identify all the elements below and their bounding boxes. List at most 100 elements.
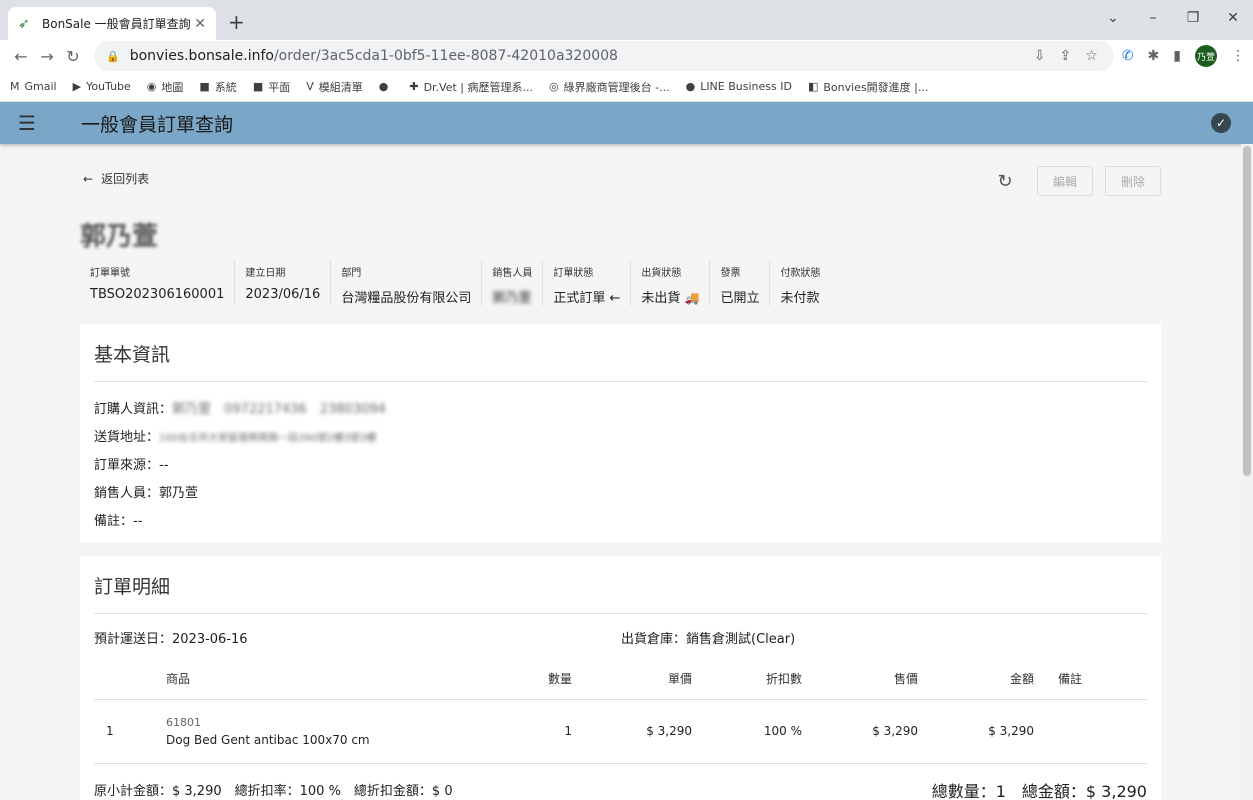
bookmark-icon: M (10, 80, 20, 93)
close-window-icon[interactable]: ✕ (1213, 0, 1253, 32)
bookmark-label: 模組清單 (318, 80, 363, 94)
bookmark-icon: ■ (199, 80, 210, 93)
hamburger-menu-icon[interactable]: ☰ (18, 111, 63, 135)
table-header-row: 商品 數量 單價 折扣數 售價 金額 備註 (94, 659, 1147, 700)
delete-button[interactable]: 刪除 (1105, 166, 1161, 196)
order-detail-card: 訂單明細 預計運送日：2023-06-16 出貨倉庫：銷售倉測試(Clear) … (80, 556, 1161, 800)
restore-icon[interactable]: ❐ (1173, 0, 1213, 32)
warehouse: 出貨倉庫：銷售倉測試(Clear) (621, 632, 796, 647)
product-sku: 61801 (166, 715, 201, 729)
truck-icon: 🚚 (684, 291, 700, 305)
menu-dots-icon[interactable]: ⋮ (1231, 48, 1245, 64)
scrollbar-thumb[interactable] (1243, 146, 1251, 476)
sidepanel-icon[interactable]: ▮ (1173, 48, 1181, 64)
meta-shipping-status: 出貨狀態 未出貨 🚚 (631, 260, 711, 306)
bookmark-icon: ● (378, 80, 389, 93)
subtotal-summary: 原小計金額：$ 3,290 總折扣率：100 % 總折扣金額：$ 0 (94, 784, 453, 799)
col-amount: 金額 (930, 659, 1046, 700)
page-scrollbar[interactable] (1241, 144, 1253, 800)
bookmark-item[interactable]: ◉ 地圖 (147, 79, 184, 95)
lock-icon: 🔒 (106, 49, 120, 63)
minimize-icon[interactable]: – (1133, 0, 1173, 32)
bookmark-item[interactable]: ● LINE Business ID (686, 80, 792, 93)
col-product: 商品 (154, 659, 494, 700)
bookmark-item[interactable]: ■ 系統 (199, 79, 236, 95)
bookmark-label: 綠界廠商管理後台 -... (563, 80, 670, 94)
bookmark-label: LINE Business ID (700, 80, 792, 93)
bookmark-icon: ▶ (72, 80, 82, 93)
basic-info-title: 基本資訊 (94, 324, 1147, 382)
meta-created-date: 建立日期 2023/06/16 (235, 260, 332, 306)
bookmark-item[interactable]: ■ 平面 (253, 79, 290, 95)
bookmark-item[interactable]: ◎ 綠界廠商管理後台 -... (549, 79, 670, 95)
order-actions: ↻ 編輯 刪除 (985, 166, 1161, 196)
main-content: ← 返回列表 ↻ 編輯 刪除 郭乃萱 訂單單號 TBSO202306160001 … (0, 144, 1253, 800)
url-path: /order/3ac5cda1-0bf5-11ee-8087-42010a320… (273, 48, 618, 64)
browser-toolbar: ← → ↻ 🔒 bonvies.bonsale.info/order/3ac5c… (0, 40, 1253, 72)
bookmark-icon: ◉ (146, 80, 157, 93)
bookmark-item[interactable]: V 模組清單 (306, 79, 363, 95)
browser-tab[interactable]: ➶ BonSale 一般會員訂單查詢 ✕ (8, 7, 216, 40)
bookmark-icon: ◎ (549, 80, 559, 93)
sales-person: 銷售人員：郭乃萱 (94, 486, 199, 501)
bookmark-icon: ◧ (807, 80, 819, 93)
meta-payment-status: 付款狀態 未付款 (780, 268, 821, 306)
order-detail-title: 訂單明細 (94, 556, 1147, 614)
customer-name: 郭乃萱 (80, 222, 159, 252)
page-title: 一般會員訂單查詢 (81, 113, 234, 136)
reload-icon[interactable]: ↻ (60, 47, 86, 66)
bookmark-icon: V (306, 80, 314, 93)
back-arrow-icon[interactable]: ← (8, 47, 34, 66)
bookmarks-bar: M Gmail ▶ YouTube ◉ 地圖 ■ 系統 ■ 平面 V 模組清單 ● ✚ Dr.Vet | 病… (0, 72, 1253, 102)
bookmark-icon: ● (685, 80, 696, 93)
bookmark-item[interactable]: ● (379, 80, 394, 93)
back-to-list-link[interactable]: ← 返回列表 (83, 170, 149, 187)
bookmark-label: 地圖 (161, 80, 184, 94)
forward-arrow-icon[interactable]: → (34, 47, 60, 66)
edit-button[interactable]: 編輯 (1037, 166, 1093, 196)
buyer-info: 訂購人資訊：郭乃萱 0972217436 23803094 (94, 402, 386, 417)
order-items-table: 商品 數量 單價 折扣數 售價 金額 備註 1 61801 Dog Bed Gen… (94, 659, 1147, 764)
share-icon[interactable]: ⇪ (1060, 48, 1072, 64)
chevron-down-icon[interactable]: ⌄ (1093, 0, 1133, 32)
tab-title: BonSale 一般會員訂單查詢 (42, 17, 191, 31)
order-meta: 訂單單號 TBSO202306160001 建立日期 2023/06/16 部門 台灣… (80, 260, 830, 306)
puzzle-icon[interactable]: ✱ (1148, 48, 1160, 64)
bonsale-favicon-icon: ➶ (18, 15, 30, 32)
col-price: 售價 (814, 659, 930, 700)
back-label: 返回列表 (101, 172, 150, 186)
col-note: 備註 (1046, 659, 1147, 700)
order-source: 訂單來源：-- (94, 458, 169, 473)
arrow-left-icon: ← (83, 171, 94, 186)
meta-order-status: 訂單狀態 正式訂單 ← (543, 260, 632, 306)
bookmark-item[interactable]: ✚ Dr.Vet | 病歷管理系... (409, 79, 533, 95)
browser-tab-strip: ➶ BonSale 一般會員訂單查詢 ✕ + ⌄ – ❐ ✕ (0, 0, 1253, 40)
app-header: ☰ 一般會員訂單查詢 ✓ (0, 102, 1253, 144)
profile-avatar[interactable]: 乃萱 (1195, 45, 1217, 67)
basic-info-card: 基本資訊 訂購人資訊：郭乃萱 0972217436 23803094 送貨地址：… (80, 324, 1161, 542)
check-circle-icon[interactable]: ✓ (1211, 113, 1231, 133)
col-qty: 數量 (494, 659, 584, 700)
refresh-icon[interactable]: ↻ (985, 171, 1025, 192)
url-host: bonvies.bonsale.info (129, 48, 274, 64)
meta-department: 部門 台灣糧品股份有限公司 (331, 260, 483, 306)
bookmark-label: 系統 (214, 80, 237, 94)
bookmark-label: Gmail (24, 80, 57, 93)
close-icon[interactable]: ✕ (194, 16, 206, 32)
meta-order-no: 訂單單號 TBSO202306160001 (80, 260, 236, 306)
bookmark-label: Bonvies開發進度 |... (823, 80, 929, 94)
bookmark-icon: ■ (252, 80, 264, 93)
new-tab-icon[interactable]: + (228, 10, 245, 34)
phone-icon[interactable]: ✆ (1122, 48, 1134, 64)
bookmark-icon: ✚ (409, 80, 419, 93)
bookmark-item[interactable]: ◧ Bonvies開發進度 |... (808, 79, 928, 95)
shipping-address: 送貨地址：100台北市大安區復興南路一段390號2樓3號3樓 (94, 430, 377, 445)
meta-invoice: 發票 已開立 (710, 260, 771, 306)
bookmark-item[interactable]: M Gmail (10, 80, 57, 93)
bookmark-label: 平面 (268, 80, 291, 94)
table-row: 1 61801 Dog Bed Gent antibac 100x70 cm 1 … (94, 699, 1147, 764)
bookmark-item[interactable]: ▶ YouTube (73, 80, 131, 93)
star-icon[interactable]: ☆ (1085, 48, 1098, 64)
install-icon[interactable]: ⇩ (1034, 48, 1046, 64)
address-bar[interactable]: 🔒 bonvies.bonsale.info/order/3ac5cda1-0b… (94, 41, 1114, 71)
